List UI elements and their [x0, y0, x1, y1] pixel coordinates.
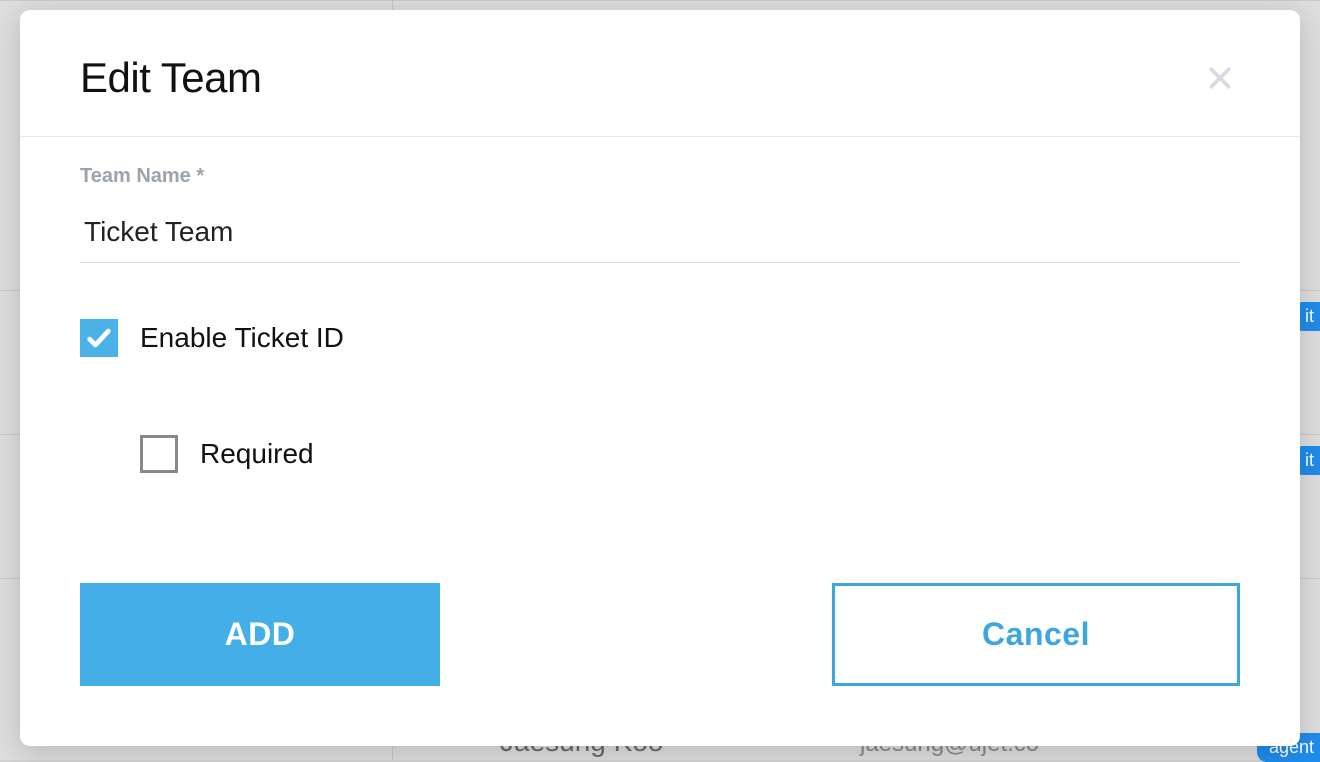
team-name-label: Team Name *: [80, 165, 1240, 188]
required-checkbox[interactable]: [140, 435, 178, 473]
cancel-button[interactable]: Cancel: [832, 583, 1240, 686]
enable-ticket-row: Enable Ticket ID: [80, 319, 1240, 357]
close-button[interactable]: [1200, 58, 1240, 98]
close-icon: [1205, 63, 1235, 93]
modal-actions: ADD Cancel: [20, 583, 1300, 686]
modal-header: Edit Team: [20, 10, 1300, 137]
add-button[interactable]: ADD: [80, 583, 440, 686]
check-icon: [85, 324, 113, 352]
team-name-input[interactable]: [80, 198, 1240, 263]
enable-ticket-checkbox[interactable]: [80, 319, 118, 357]
enable-ticket-label: Enable Ticket ID: [140, 322, 344, 354]
required-label: Required: [200, 438, 314, 470]
modal-body: Team Name * Enable Ticket ID Required: [20, 137, 1300, 473]
modal-title: Edit Team: [80, 54, 262, 102]
edit-team-modal: Edit Team Team Name * Enable Ticket ID R…: [20, 10, 1300, 746]
required-row: Required: [140, 435, 1240, 473]
